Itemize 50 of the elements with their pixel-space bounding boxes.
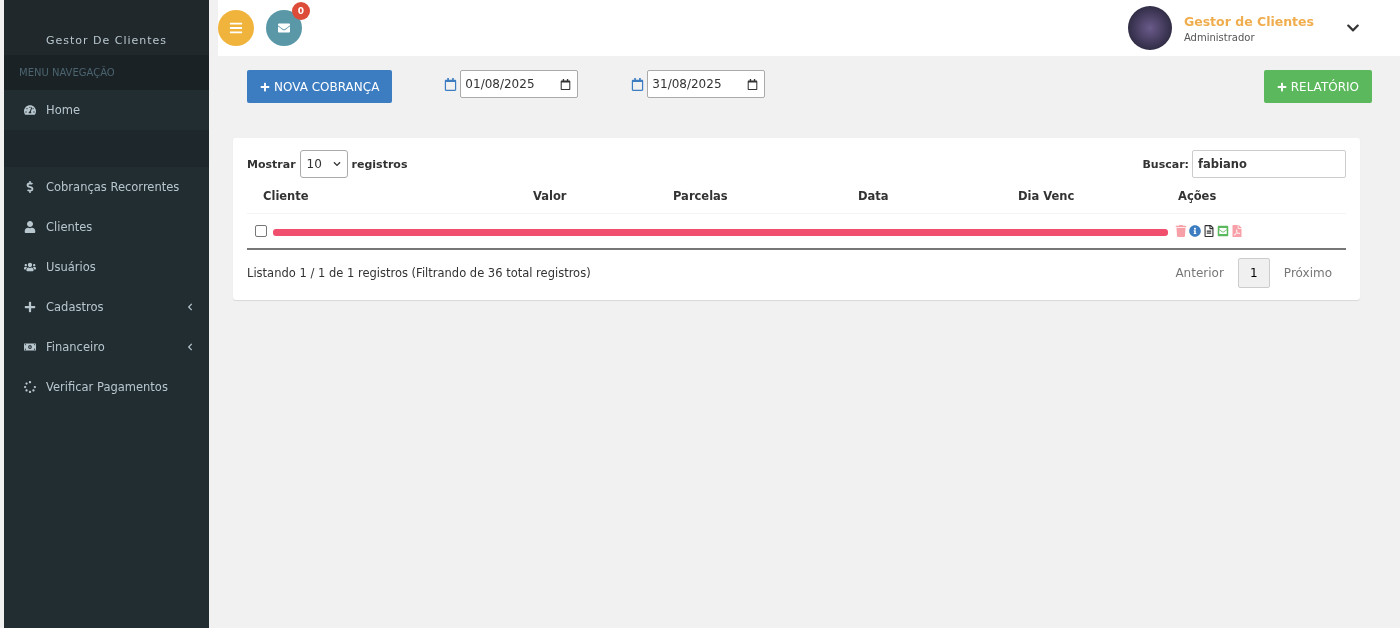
chevron-down-icon <box>332 160 341 168</box>
notification-badge: 0 <box>292 2 310 20</box>
search-label: Buscar: <box>1142 157 1189 171</box>
show-suffix: registros <box>351 157 408 171</box>
previous-link[interactable]: Anterior <box>1161 266 1238 280</box>
column-header: Ações <box>1162 178 1346 214</box>
plus-icon <box>24 301 36 313</box>
table-info: Listando 1 / 1 de 1 registros (Filtrando de 36 total registros) <box>247 266 591 280</box>
column-header: Parcelas <box>657 178 842 214</box>
sidebar-item[interactable]: Financeiro <box>4 327 209 367</box>
envelope-icon <box>278 22 290 34</box>
plus-icon <box>260 81 270 92</box>
sidebar-item[interactable]: Usuários <box>4 247 209 287</box>
page-size-select[interactable]: 10 <box>299 150 348 178</box>
date-field[interactable]: 01/08/2025 <box>460 70 579 98</box>
show-label: Mostrar <box>247 157 296 171</box>
column-header: Dia Venc <box>1002 178 1162 214</box>
users-icon <box>24 261 36 273</box>
sidebar-item[interactable]: Home <box>4 90 209 130</box>
sidebar-item[interactable]: Cobranças Recorrentes <box>4 167 209 207</box>
row-checkbox[interactable] <box>255 225 267 237</box>
next-link[interactable]: Próximo <box>1269 266 1346 280</box>
brand-title: Gestor De Clientes <box>4 0 209 55</box>
user-role: Administrador <box>1183 31 1256 43</box>
sidebar-item[interactable]: Cadastros <box>4 287 209 327</box>
column-header: Cliente <box>247 178 517 214</box>
user-avatar <box>1127 6 1172 50</box>
user-name: Gestor de Clientes <box>1183 13 1314 29</box>
calendar-icon[interactable] <box>747 78 759 90</box>
dashboard-icon <box>24 104 36 116</box>
calendar-icon[interactable] <box>560 78 572 90</box>
calendar-icon <box>631 77 645 91</box>
page-button[interactable]: 1 <box>1237 258 1270 288</box>
calendar-icon <box>444 77 458 91</box>
search-field[interactable]: fabiano <box>1192 150 1346 178</box>
sidebar-item[interactable]: Verificar Pagamentos <box>4 367 209 407</box>
document-icon[interactable] <box>1203 225 1215 237</box>
spinner-icon <box>24 381 36 393</box>
column-header: Valor <box>517 178 657 214</box>
info-icon[interactable] <box>1189 225 1201 237</box>
user-icon <box>24 221 36 233</box>
money-icon <box>24 341 36 353</box>
column-header: Data <box>842 178 1002 214</box>
new-charge-button[interactable]: NOVA COBRANÇA <box>247 70 393 103</box>
dollar-icon <box>24 181 36 193</box>
menu-header: MENU NAVEGAÇÃO <box>4 55 209 90</box>
sidebar-item[interactable]: Clientes <box>4 207 209 247</box>
menu-icon <box>229 21 243 35</box>
plus-icon <box>1276 81 1287 92</box>
date-field[interactable]: 31/08/2025 <box>647 70 766 98</box>
